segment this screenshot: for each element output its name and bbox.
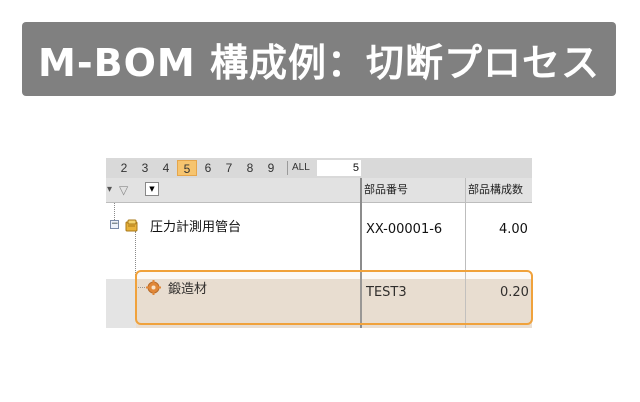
header-dropdown-arrow-icon[interactable]: ▾ bbox=[107, 182, 112, 198]
level-bar: 2 3 4 5 6 7 8 9 ALL 5 bbox=[106, 158, 532, 178]
banner-title: M-BOM 構成例：切断プロセス bbox=[38, 40, 600, 85]
tree-collapse-toggle[interactable]: − bbox=[110, 220, 119, 229]
title-banner: M-BOM 構成例：切断プロセス bbox=[22, 22, 616, 96]
column-header-quantity[interactable]: 部品構成数 bbox=[468, 178, 523, 202]
row-1-name[interactable]: 圧力計測用管台 bbox=[150, 216, 241, 235]
row-indent-strip bbox=[106, 279, 136, 328]
column-header-part-number[interactable]: 部品番号 bbox=[364, 178, 408, 202]
row-1-quantity[interactable]: 4.00 bbox=[499, 222, 528, 237]
level-button-6[interactable]: 6 bbox=[198, 160, 218, 176]
level-all-button[interactable]: ALL bbox=[292, 160, 310, 176]
tree-connector bbox=[114, 203, 115, 220]
level-button-8[interactable]: 8 bbox=[240, 160, 260, 176]
level-button-5[interactable]: 5 bbox=[177, 160, 197, 176]
level-input[interactable]: 5 bbox=[317, 160, 361, 176]
level-button-2[interactable]: 2 bbox=[114, 160, 134, 176]
assembly-icon bbox=[125, 218, 139, 237]
level-button-9[interactable]: 9 bbox=[261, 160, 281, 176]
filter-icon[interactable]: ▽ bbox=[119, 182, 128, 198]
level-separator bbox=[287, 161, 288, 175]
row-1-part-number[interactable]: XX-00001-6 bbox=[366, 222, 442, 237]
filter-dropdown-icon[interactable]: ▼ bbox=[145, 182, 159, 196]
level-button-3[interactable]: 3 bbox=[135, 160, 155, 176]
level-button-7[interactable]: 7 bbox=[219, 160, 239, 176]
row-highlight-frame bbox=[135, 270, 533, 325]
level-button-4[interactable]: 4 bbox=[156, 160, 176, 176]
column-header-bar: ▾ ▽ ▼ 部品番号 部品構成数 bbox=[106, 178, 532, 203]
